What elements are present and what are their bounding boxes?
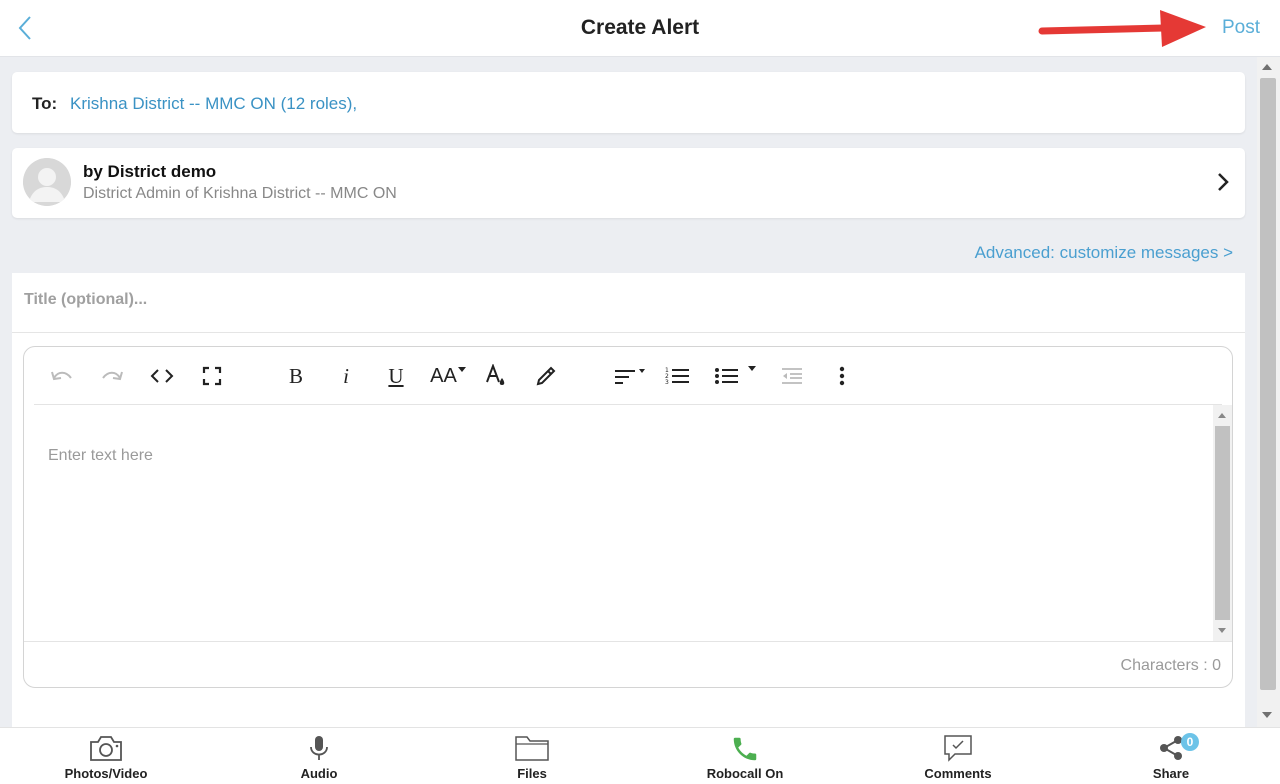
code-view-icon[interactable] <box>148 363 176 389</box>
ordered-list-icon[interactable]: 123 <box>664 363 692 389</box>
editor-scroll-down-icon[interactable] <box>1218 628 1226 633</box>
editor-scrollbar-thumb[interactable] <box>1215 426 1230 620</box>
comments-label: Comments <box>924 766 992 781</box>
audio-button[interactable]: Audio <box>249 728 389 784</box>
share-label: Share <box>1152 766 1190 781</box>
undo-icon[interactable] <box>48 363 76 389</box>
files-button[interactable]: Files <box>462 728 602 784</box>
underline-icon[interactable]: U <box>382 363 410 389</box>
camera-icon <box>90 736 122 761</box>
audio-label: Audio <box>300 766 338 781</box>
share-count-badge: 0 <box>1181 733 1199 751</box>
redo-icon[interactable] <box>98 363 126 389</box>
robocall-button[interactable]: Robocall On <box>675 728 815 784</box>
highlight-icon[interactable] <box>532 363 560 389</box>
files-label: Files <box>517 766 547 781</box>
character-count: Characters : 0 <box>1120 657 1221 674</box>
recipients-value[interactable]: Krishna District -- MMC ON (12 roles), <box>70 94 357 114</box>
share-button[interactable]: 0 Share <box>1101 728 1241 784</box>
bottom-action-bar: Photos/Video Audio Files Robocall On Com… <box>0 727 1280 784</box>
page-scrollbar-thumb[interactable] <box>1260 78 1276 690</box>
user-placeholder-icon <box>23 158 71 206</box>
microphone-icon <box>310 736 328 760</box>
font-size-icon[interactable]: AA <box>428 363 468 389</box>
bold-icon[interactable]: B <box>282 363 310 389</box>
message-text-area[interactable]: Enter text here <box>24 405 1214 641</box>
phone-icon <box>733 737 757 761</box>
divider <box>24 641 1232 642</box>
editor-scroll-up-icon[interactable] <box>1218 413 1226 418</box>
title-input[interactable] <box>24 285 1224 315</box>
outdent-icon[interactable] <box>778 363 806 389</box>
comment-icon <box>944 735 972 762</box>
author-card[interactable]: by District demo District Admin of Krish… <box>12 148 1245 218</box>
svg-text:3: 3 <box>665 379 669 386</box>
scroll-up-arrow-icon[interactable] <box>1262 64 1272 70</box>
recipients-card[interactable]: To: Krishna District -- MMC ON (12 roles… <box>12 72 1245 133</box>
robocall-label: Robocall On <box>706 766 784 781</box>
post-button[interactable]: Post <box>1222 17 1260 39</box>
font-size-label: AA <box>430 364 457 387</box>
unordered-list-icon[interactable] <box>714 363 758 389</box>
photos-video-label: Photos/Video <box>64 766 148 781</box>
more-icon[interactable] <box>828 363 856 389</box>
rich-text-editor: B i U AA 123 Enter text here Characters … <box>23 346 1233 688</box>
editor-toolbar: B i U AA 123 <box>24 347 1232 405</box>
photos-video-button[interactable]: Photos/Video <box>36 728 176 784</box>
comments-button[interactable]: Comments <box>888 728 1028 784</box>
chevron-right-icon <box>1218 173 1229 191</box>
recipients-label: To: <box>32 94 58 113</box>
author-role: District Admin of Krishna District -- MM… <box>83 185 397 202</box>
divider <box>12 332 1245 333</box>
compose-card: B i U AA 123 <box>12 273 1245 727</box>
advanced-customize-link[interactable]: Advanced: customize messages > <box>975 243 1233 263</box>
red-arrow-annotation <box>1038 10 1206 47</box>
italic-icon[interactable]: i <box>332 363 360 389</box>
folder-icon <box>515 736 549 761</box>
avatar <box>23 158 71 206</box>
align-icon[interactable] <box>610 363 650 389</box>
text-color-icon[interactable] <box>482 363 510 389</box>
scroll-down-arrow-icon[interactable] <box>1262 712 1272 718</box>
fullscreen-icon[interactable] <box>198 363 226 389</box>
text-placeholder: Enter text here <box>48 447 153 464</box>
author-name: by District demo <box>83 162 217 181</box>
